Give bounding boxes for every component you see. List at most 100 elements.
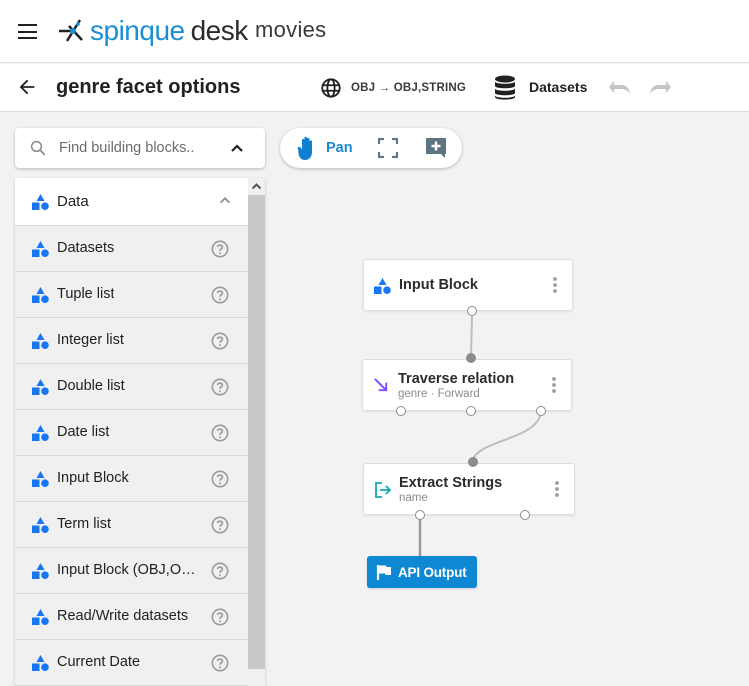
menu-icon[interactable] [18,24,37,39]
shapes-icon [374,278,391,294]
palette-item[interactable]: Current Date [15,640,248,686]
chevron-up-icon[interactable] [229,140,245,156]
more-vert-icon[interactable] [554,480,560,498]
help-icon[interactable] [211,424,229,442]
building-block-palette: Data Datasets Tuple list Integer list Do… [15,178,265,686]
node-title: Traverse relation [398,371,515,387]
undo-icon[interactable] [608,79,632,97]
canvas-toolbar: Pan [280,128,462,168]
output-port[interactable] [415,510,425,520]
palette-item-label: Double list [57,378,125,394]
input-port[interactable] [466,353,476,363]
palette-item[interactable]: Datasets [15,226,248,272]
api-output-label: API Output [398,564,467,580]
shapes-icon [32,241,49,257]
palette-item-label: Read/Write datasets [57,608,189,624]
palette-section-data[interactable]: Data [15,178,248,226]
shapes-icon [32,609,49,625]
help-icon[interactable] [211,654,229,672]
hand-icon [297,136,312,160]
pan-label: Pan [326,140,353,156]
palette-list: Datasets Tuple list Integer list Double … [15,226,248,686]
help-icon[interactable] [211,562,229,580]
palette-item-label: Current Date [57,654,141,670]
palette-section-label: Data [57,193,89,210]
scrollbar-thumb[interactable] [248,195,265,669]
shapes-icon [32,655,49,671]
edge-input-to-traverse [470,315,473,357]
brand-secondary: desk [190,15,249,46]
globe-icon [321,78,341,98]
shapes-icon [32,379,49,395]
output-port[interactable] [467,306,477,316]
strategy-signature: OBJ → OBJ,STRING [351,82,467,94]
fullscreen-icon[interactable] [378,138,398,158]
shapes-icon [32,194,49,210]
palette-item[interactable]: Input Block [15,456,248,502]
database-icon[interactable] [493,75,517,101]
shapes-icon [32,517,49,533]
add-comment-icon[interactable] [425,137,447,159]
input-port[interactable] [468,457,478,467]
shapes-icon [32,471,49,487]
help-icon[interactable] [211,378,229,396]
flag-icon [376,565,391,580]
shapes-icon [32,563,49,579]
spinque-logo-icon [59,19,83,42]
output-port[interactable] [536,406,546,416]
palette-item[interactable]: Input Block (OBJ,OBJ,STRING) [15,548,248,594]
brand-primary: spinque [90,15,185,46]
back-arrow-icon[interactable] [16,76,38,98]
node-title: Extract Strings [399,475,503,491]
node-title: Input Block [399,277,478,293]
node-subtitle: genre · Forward [398,388,480,400]
palette-item-label: Datasets [57,240,115,256]
help-icon[interactable] [211,240,229,258]
palette-item-label: Integer list [57,332,124,348]
shapes-icon [32,333,49,349]
palette-item-label: Tuple list [57,286,115,302]
search-input[interactable] [59,137,219,159]
redo-icon[interactable] [648,79,672,97]
palette-item[interactable]: Date list [15,410,248,456]
node-traverse-relation[interactable]: Traverse relation genre · Forward [362,359,572,411]
output-port[interactable] [520,510,530,520]
more-vert-icon[interactable] [552,276,558,294]
scroll-up-arrow-icon[interactable] [248,178,265,195]
node-input-block[interactable]: Input Block [363,259,573,311]
help-icon[interactable] [211,470,229,488]
palette-item-label: Input Block [57,470,129,486]
shapes-icon [32,287,49,303]
palette-item[interactable]: Integer list [15,318,248,364]
pan-button[interactable]: Pan [294,134,353,162]
help-icon[interactable] [211,516,229,534]
app-bar: spinque desk movies [0,0,749,63]
help-icon[interactable] [211,608,229,626]
strategy-header: genre facet options OBJ → OBJ,STRING Dat… [0,64,749,112]
help-icon[interactable] [211,286,229,304]
edge-traverse-to-extract [472,412,542,461]
palette-scrollbar[interactable] [248,178,265,686]
palette-item-label: Input Block (OBJ,OBJ,STRING) [57,562,197,578]
palette-item[interactable]: Double list [15,364,248,410]
node-subtitle: name [399,492,428,504]
palette-item[interactable]: Read/Write datasets [15,594,248,640]
page-title: genre facet options [56,76,241,98]
shapes-icon [32,425,49,441]
project-name[interactable]: movies [255,17,327,43]
palette-item-label: Term list [57,516,111,532]
palette-item[interactable]: Term list [15,502,248,548]
search-icon [30,140,46,156]
palette-item-label: Date list [57,424,110,440]
more-vert-icon[interactable] [551,376,557,394]
logo[interactable]: spinque desk [58,14,248,48]
chevron-up-icon[interactable] [218,193,232,207]
datasets-button[interactable]: Datasets [529,79,587,95]
palette-item[interactable]: Tuple list [15,272,248,318]
output-port[interactable] [396,406,406,416]
output-port[interactable] [466,406,476,416]
api-output-node[interactable]: API Output [367,556,477,588]
node-extract-strings[interactable]: Extract Strings name [363,463,575,515]
help-icon[interactable] [211,332,229,350]
block-search [15,128,265,168]
